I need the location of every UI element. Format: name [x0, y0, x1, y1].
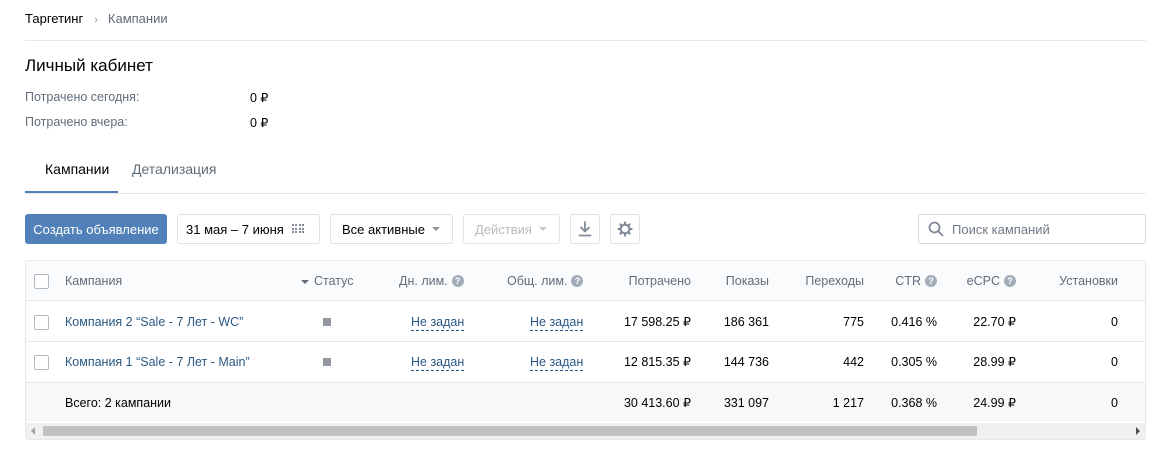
ecpc-cell: 28.99 ₽ — [973, 355, 1016, 369]
ctr-cell: 0.416 % — [891, 315, 937, 329]
header-status[interactable]: Статус — [314, 261, 354, 301]
table-row: Компания 1 “Sale - 7 Лет - Main” Не зада… — [26, 342, 1145, 382]
date-range-picker[interactable]: 31 мая – 7 июня — [177, 214, 320, 244]
search-icon — [928, 221, 944, 237]
chevron-down-icon — [538, 227, 547, 231]
campaign-search — [918, 214, 1146, 244]
breadcrumb: Таргетинг › Кампании — [25, 11, 168, 26]
total-installs: 0 — [1111, 396, 1118, 410]
header-campaign[interactable]: Кампания — [65, 261, 122, 301]
shows-cell: 186 361 — [723, 315, 769, 329]
total-spent: 30 413.60 ₽ — [623, 396, 691, 410]
ecpc-cell: 22.70 ₽ — [973, 315, 1016, 329]
spent-today: Потрачено сегодня: 0 ₽ — [25, 90, 268, 105]
spent-yesterday-value: 0 ₽ — [250, 116, 269, 130]
breadcrumb-targeting-link[interactable]: Таргетинг — [25, 11, 83, 26]
help-icon[interactable]: ? — [925, 275, 937, 287]
calendar-grid-icon — [291, 224, 305, 234]
spent-today-value: 0 ₽ — [250, 91, 269, 105]
tab-campaigns[interactable]: Кампании — [45, 161, 109, 177]
scroll-left-icon[interactable] — [31, 427, 35, 435]
day-limit-cell: Не задан — [411, 342, 465, 382]
total-ctr: 0.368 % — [891, 396, 937, 410]
status-filter-dropdown[interactable]: Все активные — [330, 214, 453, 244]
sort-desc-icon[interactable] — [301, 280, 309, 284]
scrollbar-thumb[interactable] — [43, 426, 977, 436]
campaign-name-link[interactable]: Компания 1 “Sale - 7 Лет - Main” — [65, 342, 250, 382]
header-spent[interactable]: Потрачено — [566, 261, 691, 301]
scroll-right-icon[interactable] — [1136, 427, 1140, 435]
status-filter-label: Все активные — [342, 221, 425, 237]
total-shows: 331 097 — [723, 396, 769, 410]
spent-today-label: Потрачено сегодня: — [25, 90, 140, 104]
spent-cell: 12 815.35 ₽ — [623, 355, 691, 369]
download-button[interactable] — [570, 214, 600, 244]
header-divider — [25, 40, 1146, 41]
row-checkbox[interactable] — [34, 355, 49, 370]
header-ecpc-label: eCPC — [966, 274, 1000, 288]
header-total-limit-label: Общ. лим. — [507, 274, 568, 288]
table-header: Кампания Статус Дн. лим.? Общ. лим.? Пот… — [26, 261, 1145, 301]
tab-details[interactable]: Детализация — [132, 161, 216, 177]
download-icon — [578, 221, 592, 237]
page-title: Личный кабинет — [25, 56, 153, 75]
date-range-label: 31 мая – 7 июня — [186, 221, 284, 237]
spent-cell: 17 598.25 ₽ — [623, 315, 691, 329]
clicks-cell: 442 — [843, 355, 864, 369]
header-clicks[interactable]: Переходы — [786, 261, 864, 301]
installs-cell: 0 — [1111, 355, 1118, 369]
table-settings-button[interactable] — [610, 214, 640, 244]
spent-yesterday: Потрачено вчера: 0 ₽ — [25, 115, 268, 130]
total-clicks: 1 217 — [832, 396, 864, 410]
search-input[interactable] — [952, 221, 1142, 237]
header-ecpc[interactable]: eCPC? — [946, 261, 1016, 301]
active-tab-indicator — [25, 191, 118, 193]
chevron-down-icon — [431, 227, 440, 231]
header-day-limit-label: Дн. лим. — [399, 274, 448, 288]
row-checkbox[interactable] — [34, 315, 49, 330]
day-limit-link[interactable]: Не задан — [411, 315, 465, 331]
header-installs[interactable]: Установки — [1026, 261, 1118, 301]
day-limit-cell: Не задан — [411, 302, 465, 342]
table-row: Компания 2 “Sale - 7 Лет - WC” Не задан … — [26, 302, 1145, 342]
header-ctr[interactable]: CTR? — [871, 261, 937, 301]
help-icon[interactable]: ? — [1004, 275, 1016, 287]
breadcrumb-separator-icon: › — [94, 13, 98, 26]
total-ecpc: 24.99 ₽ — [973, 396, 1016, 410]
installs-cell: 0 — [1111, 315, 1118, 329]
ctr-cell: 0.305 % — [891, 355, 937, 369]
breadcrumb-current: Кампании — [107, 11, 168, 26]
day-limit-link[interactable]: Не задан — [411, 355, 465, 371]
clicks-cell: 775 — [843, 315, 864, 329]
table-total-row: Всего: 2 кампании 30 413.60 ₽ 331 097 1 … — [26, 382, 1145, 422]
actions-dropdown[interactable]: Действия — [463, 214, 560, 244]
header-ctr-label: CTR — [895, 274, 921, 288]
gear-icon — [617, 221, 633, 237]
select-all-checkbox[interactable] — [34, 274, 49, 289]
spent-yesterday-label: Потрачено вчера: — [25, 115, 128, 129]
campaign-name-link[interactable]: Компания 2 “Sale - 7 Лет - WC” — [65, 302, 243, 342]
help-icon[interactable]: ? — [451, 275, 464, 287]
horizontal-scrollbar[interactable] — [26, 423, 1145, 439]
tabs: Кампании Детализация — [25, 146, 1146, 194]
total-label: Всего: 2 кампании — [65, 396, 172, 410]
campaigns-table: Кампания Статус Дн. лим.? Общ. лим.? Пот… — [25, 260, 1146, 440]
create-ad-button[interactable]: Создать объявление — [25, 214, 167, 244]
actions-label: Действия — [475, 221, 532, 237]
shows-cell: 144 736 — [723, 355, 769, 369]
status-stopped-icon — [323, 318, 331, 326]
toolbar: Создать объявление 31 мая – 7 июня Все а… — [25, 214, 1146, 244]
header-day-limit[interactable]: Дн. лим.? — [399, 261, 464, 301]
status-stopped-icon — [323, 358, 331, 366]
header-shows[interactable]: Показы — [706, 261, 769, 301]
